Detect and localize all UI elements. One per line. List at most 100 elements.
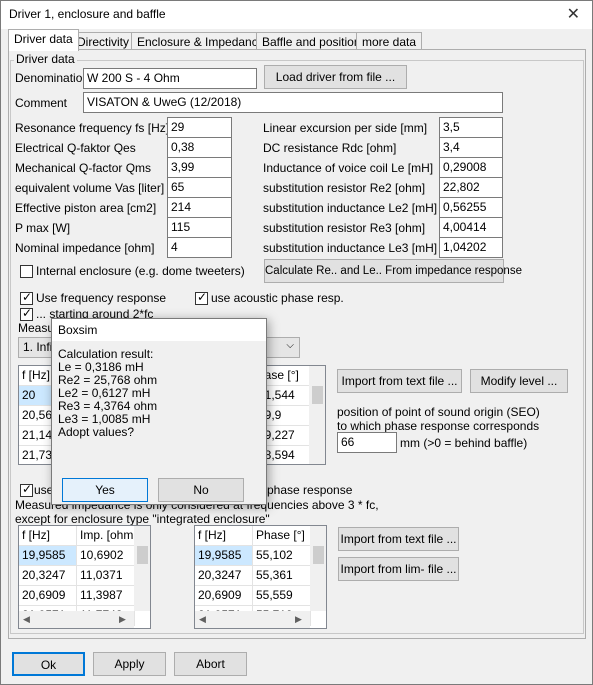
tab-directivity[interactable]: Directivity bbox=[71, 32, 136, 50]
table-cell[interactable]: 20,6909 bbox=[195, 586, 253, 606]
abort-button[interactable]: Abort bbox=[174, 652, 247, 676]
scrollbar-thumb[interactable] bbox=[313, 546, 324, 564]
close-icon[interactable]: ✕ bbox=[567, 4, 580, 24]
title-bar: Driver 1, enclosure and baffle ✕ bbox=[1, 1, 592, 29]
dialog-line: Re3 = 4,3764 ohm bbox=[58, 399, 158, 413]
import-text-file-button[interactable]: Import from text file ... bbox=[337, 369, 462, 393]
phase-response-label: phase response bbox=[267, 483, 353, 497]
param-label-le2: substitution inductance Le2 [mH] bbox=[263, 201, 438, 215]
vertical-scrollbar[interactable] bbox=[310, 526, 326, 611]
table-header: Phase [°] bbox=[253, 526, 311, 546]
use-impedance-checkbox[interactable] bbox=[20, 482, 33, 497]
table-header: f [Hz] bbox=[19, 526, 77, 546]
param-field-re3[interactable]: 4,00414 bbox=[439, 217, 503, 238]
boxsim-dialog: Boxsim Calculation result: Le = 0,3186 m… bbox=[51, 318, 267, 505]
tab-driver-data[interactable]: Driver data bbox=[8, 29, 79, 51]
table-header: f [Hz] bbox=[195, 526, 253, 546]
measured-note-2: except for enclosure type "integrated en… bbox=[15, 512, 270, 526]
import-text-file-button-2[interactable]: Import from text file ... bbox=[338, 527, 459, 551]
param-label-re3: substitution resistor Re3 [ohm] bbox=[263, 221, 426, 235]
seo-text-1: position of point of sound origin (SEO) bbox=[337, 405, 540, 419]
use-frequency-response-label: Use frequency response bbox=[36, 291, 167, 305]
param-label-xmax: Linear excursion per side [mm] bbox=[263, 121, 428, 135]
horizontal-scrollbar[interactable]: ◀ ▶ bbox=[19, 611, 134, 628]
param-field-pmax[interactable]: 115 bbox=[167, 217, 232, 238]
param-field-area[interactable]: 214 bbox=[167, 197, 232, 218]
comment-field[interactable]: VISATON & UweG (12/2018) bbox=[83, 92, 503, 113]
table-cell[interactable]: 19,9585 bbox=[19, 546, 77, 566]
table-cell[interactable]: 10,6902 bbox=[77, 546, 135, 566]
table-cell[interactable]: 11,0371 bbox=[77, 566, 135, 586]
internal-enclosure-checkbox[interactable] bbox=[20, 265, 33, 278]
param-field-re2[interactable]: 22,802 bbox=[439, 177, 503, 198]
scroll-left-icon[interactable]: ◀ bbox=[23, 614, 30, 625]
dialog-line: Le2 = 0,6127 mH bbox=[58, 386, 151, 400]
dialog-line: Le = 0,3186 mH bbox=[58, 360, 144, 374]
apply-button[interactable]: Apply bbox=[93, 652, 166, 676]
dialog-line: Le3 = 1,0085 mH bbox=[58, 412, 151, 426]
scroll-right-icon[interactable]: ▶ bbox=[295, 614, 302, 625]
chevron-down-icon: ⌵ bbox=[286, 340, 294, 351]
dialog-line: Calculation result: bbox=[58, 347, 154, 361]
use-acoustic-phase-label: use acoustic phase resp. bbox=[211, 291, 344, 305]
table-cell[interactable]: 20,6909 bbox=[19, 586, 77, 606]
tab-baffle-position[interactable]: Baffle and position bbox=[256, 32, 367, 50]
ok-button[interactable]: Ok bbox=[12, 652, 85, 676]
vertical-scrollbar[interactable] bbox=[134, 526, 150, 611]
use-acoustic-phase-checkbox[interactable] bbox=[195, 290, 208, 305]
comment-label: Comment bbox=[15, 96, 68, 110]
param-field-le2[interactable]: 0,56255 bbox=[439, 197, 503, 218]
seo-text-2: to which phase response corresponds bbox=[337, 419, 540, 433]
param-label-qes: Electrical Q-faktor Qes bbox=[15, 141, 136, 155]
horizontal-scrollbar[interactable]: ◀ ▶ bbox=[195, 611, 310, 628]
denomination-field[interactable]: W 200 S - 4 Ohm bbox=[83, 68, 257, 89]
impedance-table[interactable]: f [Hz] Imp. [ohm 19,9585 10,6902 20,3247… bbox=[18, 525, 151, 629]
import-lim-file-button[interactable]: Import from lim- file ... bbox=[338, 557, 459, 581]
seo-unit-label: mm (>0 = behind baffle) bbox=[400, 436, 528, 450]
starting-around-checkbox[interactable] bbox=[20, 306, 33, 321]
tab-enclosure-impedance[interactable]: Enclosure & Impedance bbox=[131, 32, 271, 50]
param-label-rdc: DC resistance Rdc [ohm] bbox=[263, 141, 397, 155]
table-header: Imp. [ohm bbox=[77, 526, 135, 546]
driver-data-group-label: Driver data bbox=[14, 52, 77, 66]
table-cell[interactable]: 19,9585 bbox=[195, 546, 253, 566]
scroll-right-icon[interactable]: ▶ bbox=[119, 614, 126, 625]
param-label-qms: Mechanical Q-factor Qms bbox=[15, 161, 152, 175]
table-cell[interactable]: 55,102 bbox=[253, 546, 311, 566]
param-field-qms[interactable]: 3,99 bbox=[167, 157, 232, 178]
no-button[interactable]: No bbox=[158, 478, 244, 502]
param-field-fs[interactable]: 29 bbox=[167, 117, 232, 138]
param-label-area: Effective piston area [cm2] bbox=[15, 201, 157, 215]
param-field-qes[interactable]: 0,38 bbox=[167, 137, 232, 158]
param-field-impedance[interactable]: 4 bbox=[167, 237, 232, 258]
table-cell[interactable]: 55,559 bbox=[253, 586, 311, 606]
param-field-xmax[interactable]: 3,5 bbox=[439, 117, 503, 138]
param-field-rdc[interactable]: 3,4 bbox=[439, 137, 503, 158]
modify-level-button[interactable]: Modify level ... bbox=[470, 369, 568, 393]
tab-more-data[interactable]: more data bbox=[356, 32, 423, 50]
table-cell[interactable]: 11,3987 bbox=[77, 586, 135, 606]
use-frequency-response-checkbox[interactable] bbox=[20, 290, 33, 305]
param-field-le3[interactable]: 1,04202 bbox=[439, 237, 503, 258]
scrollbar-thumb[interactable] bbox=[137, 546, 148, 564]
param-label-le: Inductance of voice coil Le [mH] bbox=[263, 161, 434, 175]
table-cell[interactable]: 20,3247 bbox=[195, 566, 253, 586]
table-cell[interactable]: 20,3247 bbox=[19, 566, 77, 586]
table-cell[interactable]: 55,361 bbox=[253, 566, 311, 586]
param-label-pmax: P max [W] bbox=[15, 221, 71, 235]
dialog-line: Adopt values? bbox=[58, 425, 135, 439]
phase-table[interactable]: f [Hz] Phase [°] 19,9585 55,102 20,3247 … bbox=[194, 525, 327, 629]
param-field-vas[interactable]: 65 bbox=[167, 177, 232, 198]
dialog-title-bar: Boxsim bbox=[52, 319, 266, 341]
vertical-scrollbar[interactable] bbox=[309, 366, 325, 464]
calculate-re-le-button[interactable]: Calculate Re.. and Le.. From impedance r… bbox=[264, 259, 522, 283]
dialog-footer: Yes No bbox=[52, 467, 266, 504]
param-label-re2: substitution resistor Re2 [ohm] bbox=[263, 181, 426, 195]
scroll-left-icon[interactable]: ◀ bbox=[199, 614, 206, 625]
param-label-le3: substitution inductance Le3 [mH] bbox=[263, 241, 438, 255]
yes-button[interactable]: Yes bbox=[62, 478, 148, 502]
load-driver-button[interactable]: Load driver from file ... bbox=[264, 65, 407, 89]
param-field-le[interactable]: 0,29008 bbox=[439, 157, 503, 178]
scrollbar-thumb[interactable] bbox=[312, 386, 323, 404]
seo-input[interactable]: 66 bbox=[337, 432, 397, 453]
